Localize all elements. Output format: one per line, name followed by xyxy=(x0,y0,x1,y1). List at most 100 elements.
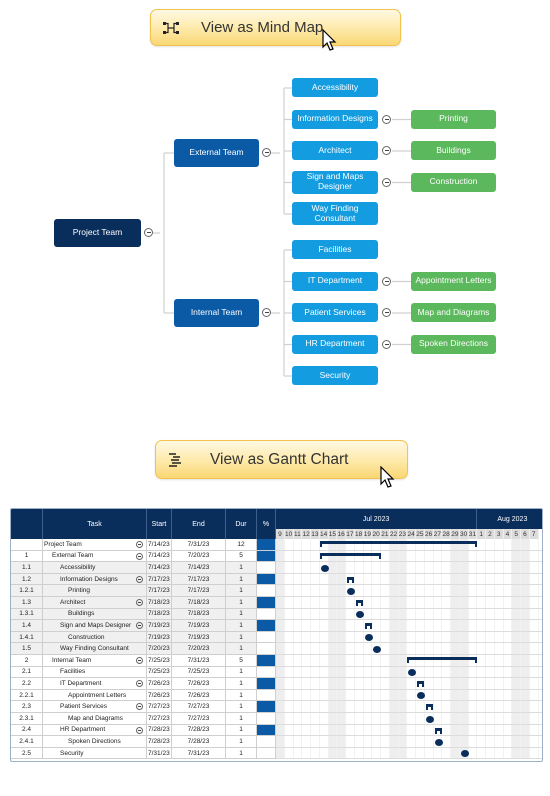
table-row[interactable]: 2.2.1 Appointment Letters 7/26/23 7/26/23 1 xyxy=(11,689,276,702)
wbs-cell-text: 2.4 xyxy=(21,726,32,734)
collapse-toggle-icon[interactable] xyxy=(136,680,143,688)
mind-map-node-facilities[interactable]: Facilities xyxy=(292,240,378,259)
wbs-cell: 1.2 xyxy=(11,573,43,586)
end-date-cell: 7/18/23 xyxy=(172,597,226,609)
mind-map-node-way-finding-consultant[interactable]: Way Finding Consultant xyxy=(292,202,378,225)
collapse-toggle-icon[interactable] xyxy=(136,541,143,548)
mind-map-node-patient-services[interactable]: Patient Services xyxy=(292,303,378,322)
table-row[interactable]: 2.2 IT Department 7/26/23 7/26/23 1 xyxy=(11,678,276,690)
collapse-toggle-icon[interactable] xyxy=(136,575,143,583)
table-row[interactable]: 1.3.1 Buildings 7/18/23 7/18/23 1 xyxy=(11,608,276,621)
collapse-toggle-icon[interactable] xyxy=(136,599,143,606)
mind-map-node-root[interactable]: Project Team xyxy=(54,219,141,247)
table-row[interactable]: 2.4.1 Spoken Directions 7/28/23 7/28/23 1 xyxy=(11,736,276,748)
mind-map-node-map-and-diagrams[interactable]: Map and Diagrams xyxy=(411,303,496,322)
collapse-toggle-icon[interactable] xyxy=(136,657,143,664)
collapse-toggle-icon[interactable] xyxy=(136,552,143,560)
column-header-start[interactable]: Start xyxy=(147,509,172,539)
duration-cell: 1 xyxy=(226,585,257,597)
wbs-cell-text: 2.2.1 xyxy=(19,691,34,699)
wbs-cell: 2.2 xyxy=(11,678,43,690)
task-milestone[interactable] xyxy=(364,634,373,642)
table-row[interactable]: 2 Internal Team 7/25/23 7/31/23 5 xyxy=(11,655,276,667)
mind-map-node-appointment-letters[interactable]: Appointment Letters xyxy=(411,271,496,291)
task-milestone[interactable] xyxy=(320,564,329,572)
view-as-gantt-chart-button[interactable]: View as Gantt Chart xyxy=(155,440,408,479)
mind-map-node-sign-and-maps-designer[interactable]: Sign and Maps Designer xyxy=(292,170,378,194)
collapse-toggle-icon[interactable] xyxy=(382,114,391,124)
day-header: 28 xyxy=(442,529,451,539)
task-name-cell-text: Information Designs xyxy=(60,575,118,583)
table-row[interactable]: Project Team 7/14/23 7/31/23 12 xyxy=(11,539,276,551)
table-row[interactable]: 1.3 Architect 7/18/23 7/18/23 1 xyxy=(11,597,276,609)
table-row[interactable]: 1.4.1 Construction 7/19/23 7/19/23 1 xyxy=(11,631,276,644)
mind-map-node-internal-team[interactable]: Internal Team xyxy=(174,299,259,327)
table-row[interactable]: 1.5 Way Finding Consultant 7/20/23 7/20/23 1 xyxy=(11,643,276,655)
summary-bar-cap xyxy=(407,657,410,663)
percent-complete-cell xyxy=(257,562,276,574)
wbs-cell: 1.5 xyxy=(11,643,43,655)
collapse-toggle-icon[interactable] xyxy=(382,177,391,187)
table-row[interactable]: 2.1 Facilities 7/25/23 7/25/23 1 xyxy=(11,666,276,679)
summary-task-bar[interactable] xyxy=(319,552,381,556)
collapse-toggle-icon[interactable] xyxy=(262,148,271,157)
end-date-cell-text: 7/27/23 xyxy=(187,703,210,711)
day-header: 20 xyxy=(372,529,381,539)
collapse-toggle-icon[interactable] xyxy=(382,339,391,349)
wbs-cell-text: 2.4.1 xyxy=(19,737,34,745)
collapse-toggle-icon[interactable] xyxy=(136,622,143,630)
row-gridline xyxy=(276,584,542,586)
percent-complete-cell xyxy=(257,631,276,644)
table-row[interactable]: 1.4 Sign and Maps Designer 7/19/23 7/19/23 1 xyxy=(11,620,276,632)
day-header: 11 xyxy=(293,529,303,539)
day-header: 23 xyxy=(398,529,408,539)
end-date-cell-text: 7/20/23 xyxy=(187,552,210,560)
summary-task-bar[interactable] xyxy=(407,657,478,660)
table-row[interactable]: 2.5 Security 7/31/23 7/31/23 1 xyxy=(11,747,276,760)
duration-cell-text: 5 xyxy=(239,656,243,664)
table-row[interactable]: 1.2.1 Printing 7/17/23 7/17/23 1 xyxy=(11,585,276,597)
mind-map-node-security[interactable]: Security xyxy=(292,366,378,385)
collapse-toggle-icon[interactable] xyxy=(144,228,153,237)
month-header: Aug 2023 xyxy=(477,509,542,529)
end-date-cell-text: 7/26/23 xyxy=(187,691,210,699)
mind-map-node-hr-department[interactable]: HR Department xyxy=(292,334,378,354)
start-date-cell: 7/14/23 xyxy=(147,539,172,551)
percent-complete-cell xyxy=(257,678,276,690)
column-header-task[interactable]: Task xyxy=(43,509,147,539)
mind-map-node-it-department[interactable]: IT Department xyxy=(292,271,378,291)
table-row[interactable]: 2.3 Patient Services 7/27/23 7/27/23 1 xyxy=(11,701,276,713)
task-milestone[interactable] xyxy=(434,738,443,746)
mind-map-node-accessibility[interactable]: Accessibility xyxy=(292,78,378,97)
table-row[interactable]: 1.1 Accessibility 7/14/23 7/14/23 1 xyxy=(11,562,276,574)
mind-map-node-information-designs[interactable]: Information Designs xyxy=(292,109,378,129)
column-header-end[interactable]: End xyxy=(172,509,226,539)
table-row[interactable]: 2.3.1 Map and Diagrams 7/27/23 7/27/23 1 xyxy=(11,713,276,725)
mind-map-node-buildings[interactable]: Buildings xyxy=(411,141,496,160)
table-row[interactable]: 1 External Team 7/14/23 7/20/23 5 xyxy=(11,550,276,563)
task-milestone[interactable] xyxy=(355,611,364,619)
task-name-cell-text: Printing xyxy=(68,587,91,595)
column-header-wbs[interactable] xyxy=(11,509,43,539)
mind-map-node-spoken-directions[interactable]: Spoken Directions xyxy=(411,334,496,354)
task-milestone[interactable] xyxy=(425,715,434,723)
mind-map-node-external-team[interactable]: External Team xyxy=(174,139,259,167)
collapse-toggle-icon[interactable] xyxy=(382,276,391,286)
task-milestone[interactable] xyxy=(347,587,355,595)
column-header-duration[interactable]: Dur xyxy=(226,509,257,539)
collapse-toggle-icon[interactable] xyxy=(382,146,391,155)
collapse-toggle-icon[interactable] xyxy=(382,308,391,317)
wbs-cell-text: 1.4 xyxy=(21,621,32,629)
task-name-cell-text: Appointment Letters xyxy=(68,691,127,699)
collapse-toggle-icon[interactable] xyxy=(262,308,271,317)
mind-map-node-printing[interactable]: Printing xyxy=(411,109,496,129)
summary-task-bar[interactable] xyxy=(319,541,478,544)
row-gridline xyxy=(276,677,542,679)
collapse-toggle-icon[interactable] xyxy=(136,726,143,734)
mind-map-node-architect[interactable]: Architect xyxy=(292,141,378,160)
table-row[interactable]: 1.2 Information Designs 7/17/23 7/17/23 1 xyxy=(11,573,276,586)
column-header-percent[interactable]: % xyxy=(257,509,276,539)
table-row[interactable]: 2.4 HR Department 7/28/23 7/28/23 1 xyxy=(11,724,276,737)
mind-map-node-construction[interactable]: Construction xyxy=(411,172,496,192)
collapse-toggle-icon[interactable] xyxy=(136,703,143,711)
